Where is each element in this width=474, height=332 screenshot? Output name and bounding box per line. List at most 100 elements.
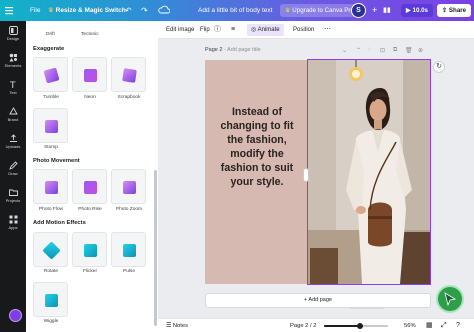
effect-tile-rotate[interactable] <box>33 232 68 267</box>
cursor-icon <box>444 292 457 307</box>
rail-label: Design <box>6 36 20 41</box>
lock-icon[interactable]: ⊡ <box>380 47 385 54</box>
add-collaborator-icon[interactable]: + <box>372 0 377 21</box>
effect-tile-photo-flow[interactable] <box>33 169 68 204</box>
effect-tile-pulse[interactable] <box>111 232 146 267</box>
upgrade-label: Upgrade to Canva Pro <box>292 7 354 14</box>
rail-item-apps[interactable]: Apps <box>0 215 26 230</box>
hide-page-icon[interactable]: ◌ <box>368 47 372 53</box>
duplicate-page-icon[interactable]: ⧉ <box>393 47 397 54</box>
chevron-up-icon[interactable]: ⌄ <box>342 47 347 54</box>
animate-icon: ◎ <box>251 27 257 33</box>
elements-icon <box>9 53 17 62</box>
undo-icon[interactable]: ↶ <box>125 0 132 21</box>
zoom-level[interactable]: 56% <box>404 319 416 332</box>
effect-label: Scrapbook <box>117 95 141 100</box>
resize-magic-switch-button[interactable]: ♛ Resize & Magic Switch <box>48 0 126 21</box>
draw-icon <box>8 161 18 170</box>
effect-label: Wiggle <box>43 319 59 324</box>
effect-label: Rotate <box>43 269 59 274</box>
rail-item-elements[interactable]: Elements <box>0 53 26 68</box>
chevron-down-icon[interactable]: ⌃ <box>356 47 361 54</box>
rail-item-uploads[interactable]: Uploads <box>0 134 26 149</box>
image-icon <box>123 181 136 194</box>
rail-label: Elements <box>4 63 22 68</box>
page-indicator[interactable]: Page 2 / 2 <box>290 319 316 332</box>
rail-label: Draw <box>8 171 18 176</box>
analytics-icon[interactable]: ▮▮ <box>383 0 391 21</box>
add-page-button[interactable]: + Add page <box>205 293 431 308</box>
grid-view-icon[interactable]: ▦ <box>426 319 433 332</box>
rail-label: Projects <box>5 198 21 203</box>
effect-label: Flicker <box>82 269 98 274</box>
effect-tile-neon[interactable] <box>72 57 107 92</box>
left-rail: Design Elements T Text Brand Uploads Dra… <box>0 21 26 332</box>
align-icon[interactable]: ≡ <box>231 21 235 39</box>
help-icon[interactable]: ? <box>456 319 460 332</box>
effect-tile-wiggle[interactable] <box>33 282 68 317</box>
rail-label: Uploads <box>5 144 21 149</box>
page-header[interactable]: Page 2 - Add page title <box>205 47 261 53</box>
effect-tile-flicker[interactable] <box>72 232 107 267</box>
add-page-icon[interactable]: ⊕ <box>418 47 423 54</box>
animation-panel: Drift Tectonic Exaggerate Tumble Neon Sc… <box>26 21 158 332</box>
more-options-icon[interactable]: ⋯ <box>324 21 331 39</box>
rail-item-design[interactable]: Design <box>0 26 26 41</box>
flip-button[interactable]: Flip <box>200 21 210 39</box>
effect-tile-stomp[interactable] <box>33 108 68 143</box>
zoom-slider[interactable] <box>324 319 388 332</box>
document-title[interactable]: Add a little bit of body text <box>198 0 272 21</box>
effect-tile-photo-zoom[interactable] <box>111 169 146 204</box>
crown-icon: ♛ <box>285 7 291 14</box>
effect-tile-tumble[interactable] <box>33 57 68 92</box>
position-button[interactable]: Position <box>293 21 314 39</box>
magic-assistant-icon[interactable] <box>9 309 22 322</box>
info-icon[interactable]: ⓘ <box>214 21 221 39</box>
rotate-handle-icon[interactable]: ↻ <box>433 61 445 73</box>
image-icon <box>122 68 137 83</box>
image-icon <box>45 120 58 133</box>
bottom-bar: ☰ Notes Page 2 / 2 56% ▦ ⤢ ? <box>158 318 474 332</box>
image-icon <box>45 294 58 307</box>
rail-item-text[interactable]: T Text <box>0 80 26 95</box>
rail-item-draw[interactable]: Draw <box>0 161 26 176</box>
notes-button[interactable]: ☰ Notes <box>166 319 188 332</box>
effect-label: Tumble <box>43 95 59 100</box>
effect-tile-photo-rise[interactable] <box>72 169 107 204</box>
share-button[interactable]: ⇪ Share <box>437 4 472 17</box>
avatar[interactable]: S <box>351 3 366 18</box>
zoom-knob[interactable] <box>357 323 363 329</box>
text-icon: T <box>9 81 16 89</box>
animate-button[interactable]: ◎ Animate <box>247 24 284 36</box>
resize-handle-left[interactable] <box>303 168 309 182</box>
share-label: Share <box>448 7 467 14</box>
body-text[interactable]: Instead of changing to fit the fashion, … <box>214 105 300 189</box>
image-icon <box>45 181 58 194</box>
upgrade-button[interactable]: ♛ Upgrade to Canva Pro <box>280 4 359 17</box>
menu-icon[interactable] <box>4 0 14 21</box>
edit-image-button[interactable]: Edit image <box>166 21 194 39</box>
file-menu[interactable]: File <box>30 0 40 21</box>
rail-item-brand[interactable]: Brand <box>0 107 26 122</box>
rail-item-projects[interactable]: Projects <box>0 188 26 203</box>
effect-label: Stomp <box>44 145 58 150</box>
upload-icon <box>9 134 17 142</box>
panel-scrollbar[interactable] <box>154 170 157 326</box>
image-icon <box>84 244 97 257</box>
effect-label-tectonic[interactable]: Tectonic <box>81 32 99 37</box>
fullscreen-icon[interactable]: ⤢ <box>441 319 447 332</box>
effect-tile-scrapbook[interactable] <box>111 57 146 92</box>
image-icon <box>43 67 60 84</box>
present-timer-button[interactable]: ▶ 10.0s <box>401 4 433 17</box>
cursor-action-button[interactable] <box>436 285 464 313</box>
page-title-placeholder[interactable]: - Add page title <box>224 47 261 53</box>
design-icon <box>8 26 18 35</box>
redo-icon[interactable]: ↷ <box>141 0 148 21</box>
image-icon <box>84 69 97 82</box>
effect-label-drift[interactable]: Drift <box>46 32 55 37</box>
effect-label: Photo Rise <box>78 207 102 212</box>
effect-label: Pulse <box>123 269 135 274</box>
rail-label: Apps <box>8 225 18 230</box>
delete-page-icon[interactable]: 🗑 <box>405 47 413 54</box>
timer-label: 10.0s <box>412 7 428 14</box>
